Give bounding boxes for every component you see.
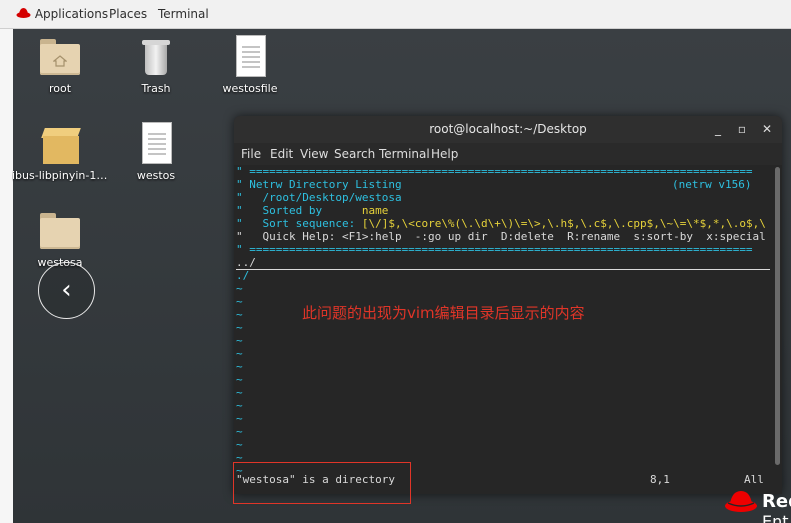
menu-edit[interactable]: Edit [270, 143, 293, 165]
menu-terminal[interactable]: Terminal [379, 143, 430, 165]
terminal-menu[interactable]: Terminal [158, 0, 209, 28]
back-button[interactable]: ‹ [38, 262, 95, 319]
logo-text: Red [762, 491, 791, 512]
desktop-icon-trash[interactable]: Trash [108, 35, 204, 95]
window-titlebar[interactable]: root@localhost:~/Desktop _ ▫ ✕ [234, 116, 782, 143]
empty-line-tilde: ~ [236, 360, 243, 373]
document-icon [228, 35, 272, 79]
highlight-box [233, 462, 411, 504]
redhat-logo-icon [725, 491, 757, 512]
close-button[interactable]: ✕ [758, 116, 776, 143]
empty-line-tilde: ~ [236, 399, 243, 412]
desktop-icon-westosfile[interactable]: westosfile [202, 35, 298, 95]
chevron-left-icon: ‹ [61, 275, 72, 305]
redhat-logo: Red Ent [724, 486, 791, 523]
empty-line-tilde: ~ [236, 282, 243, 295]
netrw-separator: " ======================================… [236, 243, 753, 256]
empty-line-tilde: ~ [236, 321, 243, 334]
netrw-header: " Netrw Directory Listing [236, 178, 402, 191]
applications-label[interactable]: Applications [35, 7, 108, 21]
desktop-icon-label: westos [136, 169, 176, 182]
desktop-icon-ibus[interactable]: ibus-libpinyin-1.... [12, 122, 110, 182]
dir-entry-parent[interactable]: ../ [236, 256, 770, 270]
menu-view[interactable]: View [300, 143, 328, 165]
minimize-button[interactable]: _ [709, 116, 727, 143]
desktop-icon-label: westosfile [222, 82, 278, 95]
document-icon [134, 122, 178, 166]
scrollbar[interactable] [775, 167, 780, 465]
empty-line-tilde: ~ [236, 425, 243, 438]
maximize-button[interactable]: ▫ [733, 116, 751, 143]
empty-line-tilde: ~ [236, 347, 243, 360]
empty-line-tilde: ~ [236, 334, 243, 347]
empty-line-tilde: ~ [236, 373, 243, 386]
annotation-text: 此问题的出现为vim编辑目录后显示的内容 [302, 304, 585, 322]
sortseq-value: [\/]$,\<core\%(\.\d\+\)\=\>,\.h$,\.c$,\.… [361, 217, 766, 230]
menu-file[interactable]: File [241, 143, 261, 165]
sorted-prefix: " Sorted by [236, 204, 362, 217]
left-edge [0, 29, 13, 523]
package-icon [39, 122, 83, 166]
netrw-sort-sequence: " Sort sequence: [\/]$,\<core\%(\.\d\+\)… [236, 217, 770, 230]
places-menu[interactable]: Places [109, 0, 147, 28]
sortseq-prefix: " Sort sequence: [236, 217, 362, 230]
trash-icon [134, 35, 178, 79]
desktop-icon-westosa[interactable]: westosa [12, 209, 108, 269]
netrw-quick-help: " Quick Help: <F1>:help -:go up dir D:de… [236, 230, 766, 243]
cursor-position: 8,1 [650, 473, 670, 486]
folder-icon [38, 209, 82, 253]
scroll-indicator: All [744, 473, 764, 486]
desktop-icon-label: Trash [141, 82, 171, 95]
menu-help[interactable]: Help [431, 143, 458, 165]
desktop-icon-label: root [48, 82, 72, 95]
empty-line-tilde: ~ [236, 308, 243, 321]
terminal-window[interactable]: root@localhost:~/Desktop _ ▫ ✕ File Edit… [234, 116, 782, 494]
desktop-icon-label: ibus-libpinyin-1.... [12, 169, 110, 182]
window-title: root@localhost:~/Desktop [429, 122, 587, 136]
terminal-content[interactable]: " ======================================… [234, 165, 782, 494]
redhat-icon [16, 8, 31, 18]
logo-text-2: Ent [762, 512, 789, 523]
netrw-sorted: " Sorted by name [236, 204, 388, 217]
netrw-version: (netrw v156) [672, 178, 752, 191]
menu-bar: File Edit View Search Terminal Help [234, 143, 782, 165]
home-folder-icon [38, 35, 82, 79]
empty-line-tilde: ~ [236, 295, 243, 308]
empty-line-tilde: ~ [236, 412, 243, 425]
empty-line-tilde: ~ [236, 438, 243, 451]
netrw-path: " /root/Desktop/westosa [236, 191, 402, 204]
empty-line-tilde: ~ [236, 386, 243, 399]
applications-menu[interactable]: Applications [16, 0, 108, 28]
desktop-icon-westos[interactable]: westos [108, 122, 204, 182]
desktop-icon-root[interactable]: root [12, 35, 108, 95]
netrw-separator: " ======================================… [236, 165, 753, 178]
dir-entry-current[interactable]: ./ [236, 269, 249, 282]
sorted-value: name [361, 204, 389, 217]
top-bar: Applications Places Terminal [0, 0, 791, 29]
menu-search[interactable]: Search [334, 143, 375, 165]
